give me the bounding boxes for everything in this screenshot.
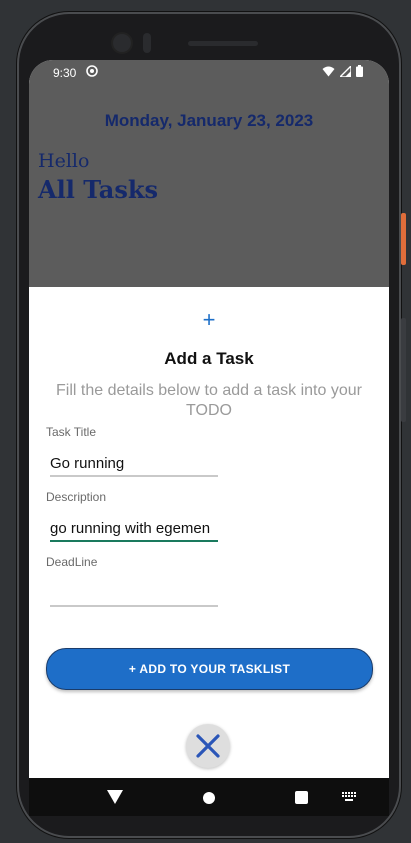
close-button[interactable]	[186, 724, 230, 768]
sensor	[143, 33, 151, 53]
signal-icon	[340, 65, 351, 77]
current-date: Monday, January 23, 2023	[104, 111, 314, 130]
plus-icon: +	[202, 307, 216, 332]
sheet-title: Add a Task	[164, 349, 254, 368]
nav-home-icon[interactable]	[203, 792, 215, 804]
deadline-input[interactable]	[50, 581, 218, 607]
description-label: Description	[46, 490, 107, 504]
status-bar: 9:30	[29, 60, 389, 86]
deadline-label: DeadLine	[46, 555, 98, 569]
do-not-disturb-icon	[86, 65, 98, 77]
task-title-label: Task Title	[46, 425, 97, 439]
add-task-sheet: + Add a Task Fill the details below to a…	[29, 287, 389, 778]
status-icons	[322, 65, 363, 77]
volume-button	[401, 318, 406, 422]
sheet-subtitle: Fill the details below to add a task int…	[56, 382, 362, 419]
description-input[interactable]	[50, 516, 218, 542]
close-icon	[196, 734, 220, 758]
power-button	[401, 213, 406, 265]
front-camera	[113, 34, 131, 52]
greeting: Hello	[38, 150, 90, 172]
screen: 9:30 Monday, January 23, 2023 Hello All …	[29, 60, 389, 816]
nav-recents-icon[interactable]	[295, 791, 308, 804]
status-time: 9:30	[53, 66, 77, 80]
keyboard-icon[interactable]	[342, 792, 356, 802]
earpiece-speaker	[188, 41, 258, 46]
nav-back-icon[interactable]	[107, 790, 123, 804]
device-frame: 9:30 Monday, January 23, 2023 Hello All …	[0, 0, 411, 843]
add-to-tasklist-button[interactable]: + ADD TO YOUR TASKLIST	[46, 648, 373, 690]
page-title: All Tasks	[38, 175, 158, 204]
system-nav-bar	[29, 778, 389, 816]
battery-icon	[356, 65, 363, 77]
wifi-icon	[322, 66, 335, 76]
task-title-input[interactable]	[50, 451, 218, 477]
